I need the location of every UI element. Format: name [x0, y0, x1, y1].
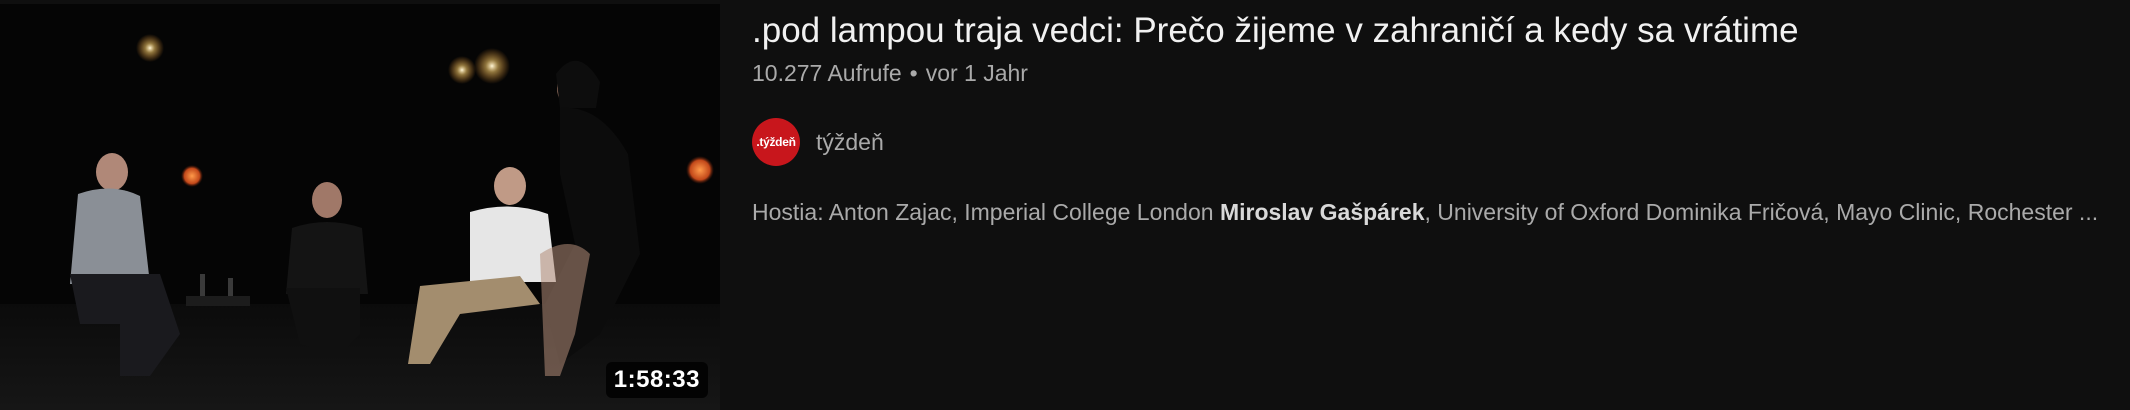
- video-thumbnail[interactable]: 1:58:33: [0, 4, 720, 410]
- thumbnail-image: [0, 4, 720, 410]
- description-text-end: , University of Oxford Dominika Fričová,…: [1424, 199, 2099, 225]
- view-count: 10.277 Aufrufe: [752, 60, 902, 86]
- video-search-result[interactable]: 1:58:33 .pod lampou traja vedci: Prečo ž…: [0, 0, 2130, 410]
- video-duration-badge: 1:58:33: [605, 362, 708, 398]
- channel-avatar[interactable]: .týždeň: [752, 118, 800, 166]
- channel-name[interactable]: týždeň: [816, 129, 884, 156]
- channel-avatar-logo: .týždeň: [756, 135, 796, 149]
- description-text-start: Hostia: Anton Zajac, Imperial College Lo…: [752, 199, 1220, 225]
- video-info: .pod lampou traja vedci: Prečo žijeme v …: [752, 0, 2122, 410]
- video-description-snippet: Hostia: Anton Zajac, Imperial College Lo…: [752, 197, 2122, 227]
- description-highlight: Miroslav Gašpárek: [1219, 199, 1425, 225]
- video-metadata: 10.277 Aufrufe • vor 1 Jahr: [752, 58, 1028, 88]
- channel-link[interactable]: .týždeň týždeň: [752, 118, 884, 166]
- meta-separator: •: [909, 60, 918, 86]
- upload-age: vor 1 Jahr: [925, 60, 1028, 86]
- video-title[interactable]: .pod lampou traja vedci: Prečo žijeme v …: [752, 10, 2122, 52]
